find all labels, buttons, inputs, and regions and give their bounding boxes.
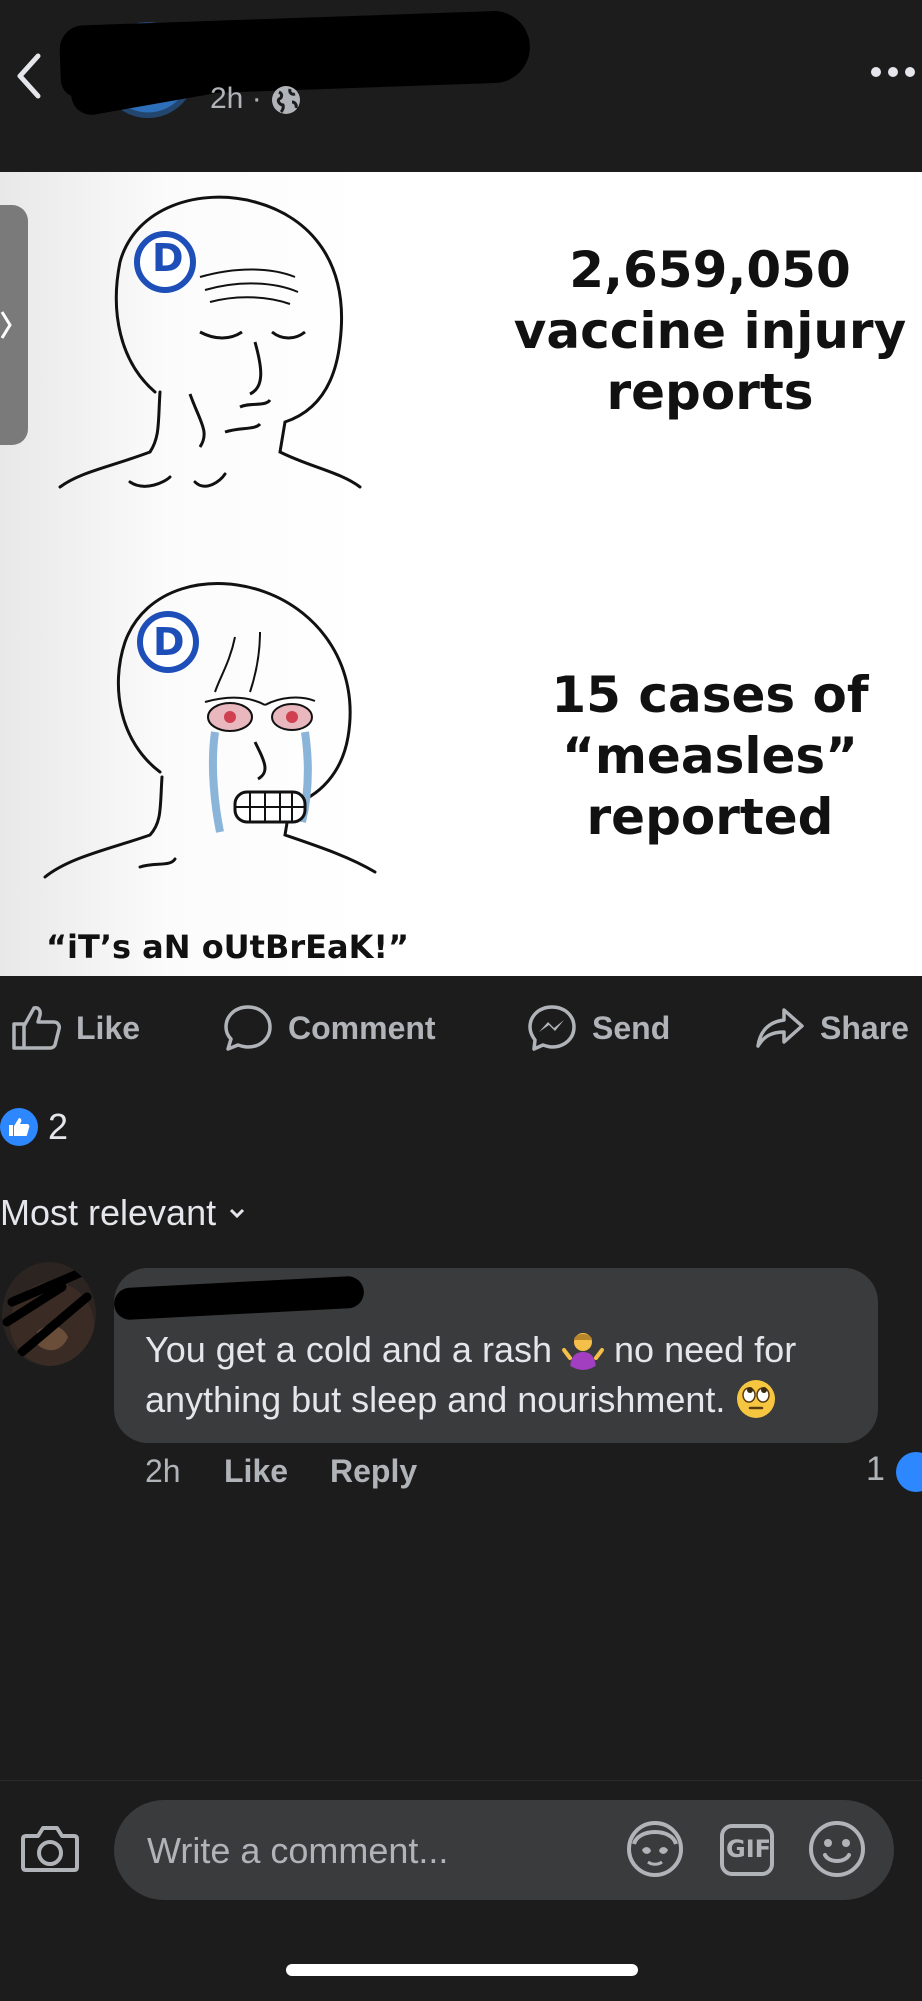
comment-sort-dropdown[interactable]: Most relevant xyxy=(0,1192,246,1234)
shrug-emoji-icon xyxy=(562,1333,605,1370)
sort-label: Most relevant xyxy=(0,1192,217,1233)
commenter-avatar[interactable] xyxy=(2,1262,96,1366)
meme-caption: “iT’s aN oUtBrEaK!” xyxy=(46,928,409,966)
eye-roll-emoji-icon xyxy=(737,1380,776,1418)
thumbs-up-icon xyxy=(12,1006,61,1050)
share-label: Share xyxy=(820,1009,909,1046)
globe-icon xyxy=(272,86,300,114)
post-timestamp: 2h · xyxy=(210,82,262,115)
comment-button[interactable]: Comment xyxy=(222,1004,436,1052)
comment-timestamp: 2h xyxy=(145,1453,181,1489)
chevron-down-icon xyxy=(230,1208,245,1219)
send-label: Send xyxy=(592,1009,671,1046)
comment-input[interactable] xyxy=(145,1826,609,1876)
camera-button[interactable] xyxy=(20,1822,80,1874)
reaction-count: 2 xyxy=(48,1106,69,1147)
more-options-button[interactable] xyxy=(868,58,918,86)
gif-button[interactable]: GIF xyxy=(718,1822,776,1878)
comment-label: Comment xyxy=(288,1009,436,1046)
reaction-summary[interactable]: 2 xyxy=(0,1106,68,1148)
crying-face-illustration xyxy=(43,582,377,879)
comment-like-count: 1 xyxy=(866,1450,885,1488)
comment-text-part1: You get a cold and a rash xyxy=(145,1329,552,1370)
gif-label: GIF xyxy=(726,1835,772,1863)
party-badge-letter: D xyxy=(153,620,185,664)
comment-text: You get a cold and a rash no need for an… xyxy=(145,1325,865,1425)
like-button[interactable]: Like xyxy=(10,1004,140,1052)
send-button[interactable]: Send xyxy=(526,1004,670,1052)
comment-like-button[interactable]: Like xyxy=(224,1453,288,1490)
like-reaction-icon xyxy=(0,1108,38,1146)
messenger-icon xyxy=(528,1005,576,1051)
emoji-picker-button[interactable] xyxy=(806,1818,868,1880)
like-label: Like xyxy=(76,1009,141,1046)
party-badge-letter: D xyxy=(152,236,184,280)
avatar-sticker-button[interactable] xyxy=(624,1818,686,1880)
meme-top-text: 2,659,050 vaccine injury reports xyxy=(513,241,907,421)
meme-bottom-text: 15 cases of “measles” reported xyxy=(551,666,869,846)
comment-icon xyxy=(224,1005,272,1051)
share-icon xyxy=(756,1008,804,1048)
comment-reply-button[interactable]: Reply xyxy=(330,1453,417,1490)
share-button[interactable]: Share xyxy=(754,1004,909,1052)
home-indicator xyxy=(286,1964,638,1976)
calm-face-illustration xyxy=(58,195,362,489)
chevron-right-icon xyxy=(0,311,12,339)
back-button[interactable] xyxy=(8,48,52,104)
comment-like-reaction-icon[interactable] xyxy=(896,1452,922,1492)
